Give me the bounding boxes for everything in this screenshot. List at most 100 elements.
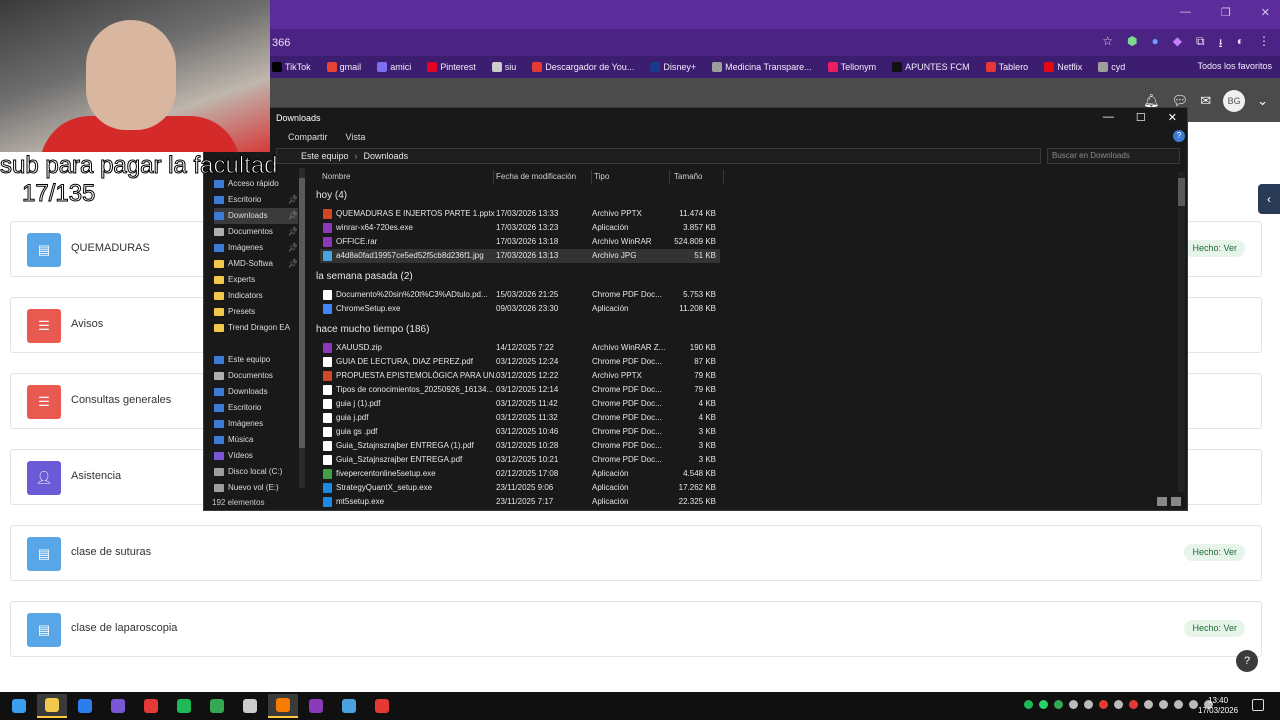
tray-icon[interactable]	[1144, 700, 1153, 709]
shield-icon[interactable]: ⬢	[1127, 34, 1137, 55]
status-badge[interactable]: Hecho: Ver	[1184, 620, 1245, 637]
bookmark-item[interactable]: Descargador de You...	[532, 62, 634, 72]
close-icon[interactable]: ✕	[1261, 6, 1270, 19]
breadcrumb-item[interactable]: Este equipo	[301, 151, 349, 161]
tray-icon[interactable]	[1189, 700, 1198, 709]
status-badge[interactable]: Hecho: Ver	[1184, 544, 1245, 561]
file-row[interactable]: GUIA DE LECTURA, DIAZ PEREZ.pdf 03/12/202…	[320, 355, 720, 369]
taskbar-app[interactable]	[235, 694, 265, 718]
taskbar-app[interactable]	[70, 694, 100, 718]
file-row[interactable]: guia j (1).pdf 03/12/2025 11:42 Chrome PDF…	[320, 397, 720, 411]
maximize-icon[interactable]: ❐	[1221, 6, 1231, 19]
nav-scrollbar[interactable]	[299, 168, 305, 488]
extension-icon[interactable]: ◆	[1173, 34, 1182, 55]
tab-vista[interactable]: Vista	[346, 132, 366, 142]
status-badge[interactable]: Hecho: Ver	[1184, 240, 1245, 257]
chevron-down-icon[interactable]: ⌄	[1257, 93, 1268, 109]
nav-item[interactable]: Escritorio	[214, 400, 298, 416]
search-input[interactable]: Buscar en Downloads	[1047, 148, 1180, 164]
bookmark-item[interactable]: Medicina Transpare...	[712, 62, 812, 72]
file-row[interactable]: QUEMADURAS E INJERTOS PARTE 1.pptx 17/03/…	[320, 207, 720, 221]
column-name[interactable]: Nombre	[322, 170, 494, 184]
tray-icon[interactable]	[1069, 700, 1078, 709]
bookmark-item[interactable]: Netflix	[1044, 62, 1082, 72]
bookmark-item[interactable]: TikTok	[272, 62, 311, 72]
notification-icon[interactable]	[1252, 699, 1264, 711]
nav-item[interactable]: Indicators	[214, 288, 298, 304]
all-bookmarks-button[interactable]: Todos los favoritos	[1197, 61, 1272, 71]
nav-item[interactable]: Imágenes	[214, 416, 298, 432]
file-group-header[interactable]: hoy (4)	[316, 190, 347, 201]
tab-compartir[interactable]: Compartir	[288, 132, 328, 142]
file-row[interactable]: Tipos de conocimientos_20250926_16134...…	[320, 383, 720, 397]
file-row[interactable]: Guia_Sztajnszrajber ENTREGA.pdf 03/12/202…	[320, 453, 720, 467]
file-group-header[interactable]: la semana pasada (2)	[316, 271, 413, 282]
help-button[interactable]: ?	[1236, 650, 1258, 672]
column-date[interactable]: Fecha de modificación	[496, 170, 592, 184]
tray-icon[interactable]	[1099, 700, 1108, 709]
nav-item[interactable]: Disco local (C:)	[214, 464, 298, 480]
tray-icon[interactable]	[1054, 700, 1063, 709]
file-row[interactable]: PROPUESTA EPISTEMOLÓGICA PARA UN... 03/12…	[320, 369, 720, 383]
bookmark-item[interactable]: Disney+	[650, 62, 696, 72]
file-row[interactable]: guia gs .pdf 03/12/2025 10:46 Chrome PDF D…	[320, 425, 720, 439]
tray-icon[interactable]	[1024, 700, 1033, 709]
nav-item[interactable]: Documentos	[214, 368, 298, 384]
course-card[interactable]: ▤ clase de laparoscopia Hecho: Ver	[10, 601, 1262, 657]
file-row[interactable]: ChromeSetup.exe 09/03/2026 23:30 Aplicació…	[320, 302, 720, 316]
taskbar-app[interactable]	[103, 694, 133, 718]
puzzle-icon[interactable]: ⧉	[1196, 34, 1205, 55]
taskbar-app[interactable]	[268, 694, 298, 718]
bookmark-item[interactable]: Tablero	[985, 62, 1028, 72]
bookmark-item[interactable]: cyd	[1098, 62, 1125, 72]
profile-icon[interactable]: ◐	[1237, 34, 1244, 55]
help-icon[interactable]: ?	[1173, 130, 1185, 142]
taskbar-app[interactable]	[37, 694, 67, 718]
download-icon[interactable]: ⭳	[1219, 34, 1223, 55]
file-row[interactable]: fivepercentonline5setup.exe 02/12/2025 17…	[320, 467, 720, 481]
file-row[interactable]: a4d8a0fad19957ce5ed52f5cb8d236f1.jpg 17/0…	[320, 249, 720, 263]
close-icon[interactable]: ✕	[1168, 111, 1177, 124]
nav-item[interactable]: Downloads	[214, 384, 298, 400]
bookmark-item[interactable]: gmail	[326, 62, 361, 72]
tray-icon[interactable]	[1039, 700, 1048, 709]
star-icon[interactable]: ☆	[1102, 34, 1113, 55]
tray-icon[interactable]	[1114, 700, 1123, 709]
extension-icon[interactable]: ●	[1151, 34, 1158, 55]
minimize-icon[interactable]: —	[1103, 111, 1114, 124]
chevron-left-icon[interactable]: ‹	[1258, 184, 1280, 214]
taskbar-app[interactable]	[367, 694, 397, 718]
bookmark-item[interactable]: Pinterest	[427, 62, 476, 72]
file-row[interactable]: mt5setup.exe 23/11/2025 7:17 Aplicación 22.…	[320, 495, 720, 509]
card-title[interactable]: Consultas generales	[71, 394, 171, 406]
column-type[interactable]: Tipo	[594, 170, 670, 184]
file-group-header[interactable]: hace mucho tiempo (186)	[316, 324, 429, 335]
taskbar-app[interactable]	[301, 694, 331, 718]
card-title[interactable]: clase de suturas	[71, 546, 151, 558]
avatar[interactable]: BG	[1223, 90, 1246, 112]
tray-icon[interactable]	[1129, 700, 1138, 709]
taskbar-app[interactable]	[334, 694, 364, 718]
bookmark-item[interactable]: APUNTES FCM	[892, 62, 970, 72]
breadcrumb[interactable]: Este equipo › Downloads	[276, 148, 1041, 164]
large-icons-view-icon[interactable]	[1171, 497, 1181, 506]
card-title[interactable]: QUEMADURAS	[71, 242, 150, 254]
taskbar-app[interactable]	[4, 694, 34, 718]
minimize-icon[interactable]: —	[1180, 6, 1191, 19]
file-row[interactable]: XAUUSD.zip 14/12/2025 7:22 Archivo WinRAR …	[320, 341, 720, 355]
nav-item[interactable]: Escritorio 📌︎	[214, 192, 298, 208]
card-title[interactable]: clase de laparoscopia	[71, 622, 177, 634]
details-view-icon[interactable]	[1157, 497, 1167, 506]
file-row[interactable]: OFFICE.rar 17/03/2026 13:18 Archivo WinRAR…	[320, 235, 720, 249]
taskbar-app[interactable]	[136, 694, 166, 718]
tray-icon[interactable]	[1159, 700, 1168, 709]
file-list-scrollbar[interactable]	[1178, 172, 1185, 492]
course-card[interactable]: ▤ clase de suturas Hecho: Ver	[10, 525, 1262, 581]
file-row[interactable]: winrar-x64-720es.exe 17/03/2026 13:23 Apli…	[320, 221, 720, 235]
taskbar-app[interactable]	[169, 694, 199, 718]
nav-item[interactable]: Documentos 📌︎	[214, 224, 298, 240]
file-row[interactable]: Guia_Sztajnszrajber ENTREGA (1).pdf 03/12…	[320, 439, 720, 453]
bookmark-item[interactable]: siu	[491, 62, 516, 72]
mail-icon[interactable]: ✉	[1200, 93, 1211, 109]
nav-item[interactable]: AMD-Softwa 📌︎	[214, 256, 298, 272]
